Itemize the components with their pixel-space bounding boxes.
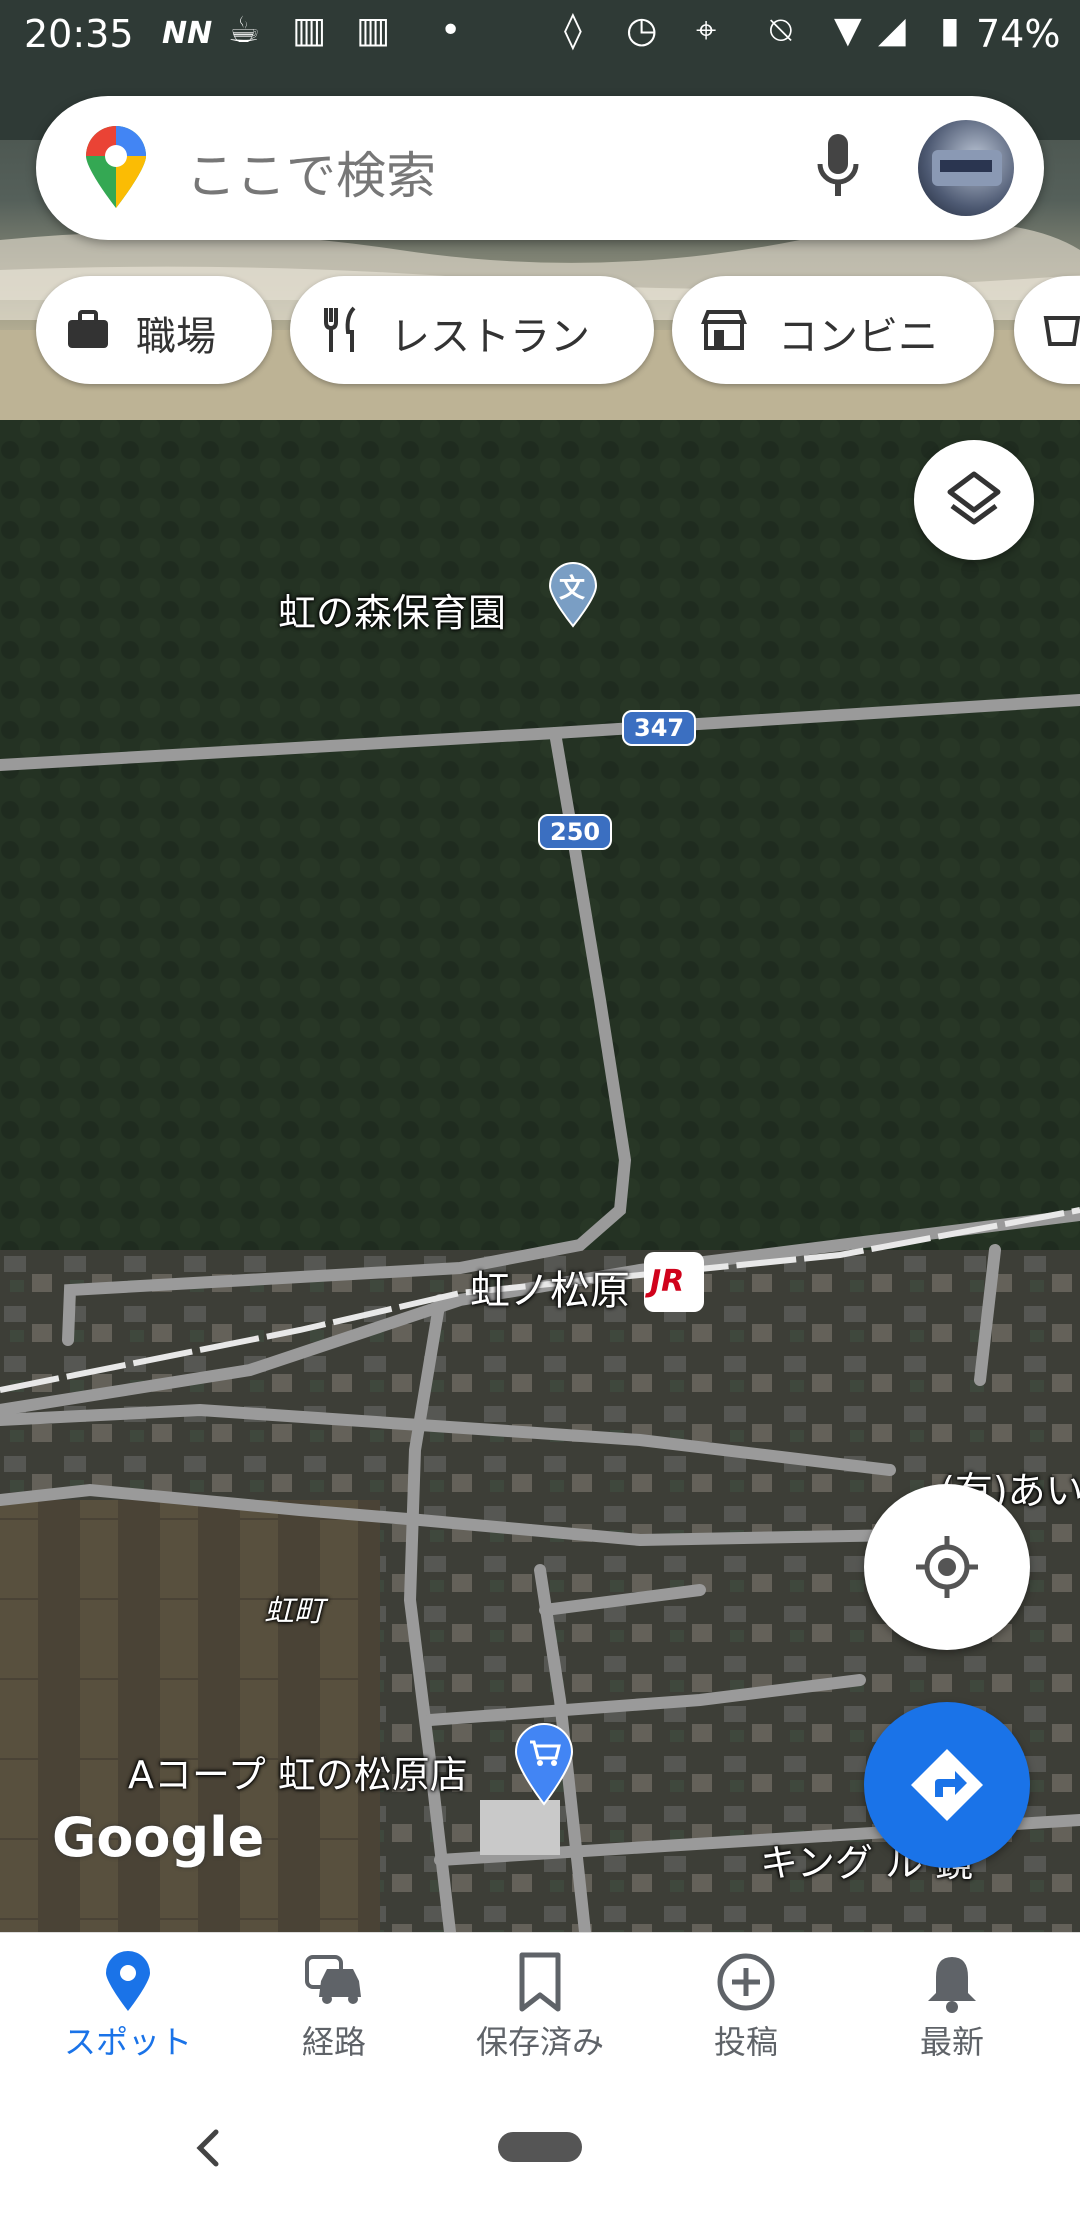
train-icon: ▥ — [356, 10, 391, 51]
chip-convenience[interactable]: コンビニ — [672, 276, 994, 384]
store-label[interactable]: Aコープ 虹の松原店 — [128, 1744, 468, 1799]
nav-commute-label: 経路 — [301, 2023, 366, 2061]
chip-restaurant-label: レストラン — [390, 314, 590, 360]
cup-icon: ☕ — [228, 10, 261, 51]
nav-updates[interactable]: 最新 — [844, 1951, 1060, 2063]
status-time: 20:35 — [24, 12, 134, 56]
map-view[interactable]: 虹の森保育園 文 347 250 虹ノ松原 JR 虹町 Aコープ 虹の松原店 (… — [0, 0, 1080, 1932]
directions-button[interactable] — [864, 1702, 1030, 1868]
status-bar: 20:35 NN ☕ ▥ ▥ • ◊ ◷ ⌖ ⍉ ▼ ◢ ▮ 74% — [0, 0, 1080, 72]
store-icon — [701, 310, 747, 350]
jr-station-icon[interactable]: JR — [644, 1252, 704, 1312]
nav-contribute-label: 投稿 — [713, 2023, 778, 2061]
system-navigation-bar — [0, 2082, 1080, 2220]
maps-logo-icon — [86, 126, 146, 208]
chip-convenience-label: コンビニ — [778, 314, 938, 360]
bottom-navigation: スポット 経路 保存済み 投稿 最新 — [0, 1932, 1080, 2083]
school-badge: 文 — [559, 574, 586, 604]
chip-work-label: 職場 — [136, 314, 216, 360]
nav-saved[interactable]: 保存済み — [432, 1951, 648, 2063]
nfc-icon: ◊ — [564, 10, 582, 51]
station-label[interactable]: 虹ノ松原 — [470, 1258, 630, 1316]
nav-saved-label: 保存済み — [475, 2023, 604, 2061]
shopping-pin-icon[interactable] — [514, 1722, 574, 1806]
back-icon[interactable] — [192, 2128, 222, 2168]
nav-updates-label: 最新 — [919, 2023, 984, 2061]
location-pin-icon — [106, 1951, 150, 2011]
battery-icon: ▮ — [940, 10, 960, 51]
bell-icon — [928, 1957, 976, 2013]
nav-explore-label: スポット — [63, 2023, 192, 2061]
location-icon: ⌖ — [696, 10, 717, 51]
avatar[interactable] — [918, 120, 1014, 216]
alarm-icon: ◷ — [626, 10, 658, 51]
signal-icon: ◢ — [878, 10, 906, 51]
route-shield-347: 347 — [622, 710, 697, 746]
route-shield-250: 250 — [538, 814, 613, 850]
jr-badge: JR — [650, 1264, 685, 1299]
google-watermark: Google — [52, 1806, 265, 1869]
search-bar[interactable]: ここで検索 — [36, 96, 1044, 240]
home-pill[interactable] — [498, 2132, 582, 2162]
mute-icon: ⍉ — [770, 10, 792, 51]
cafe-icon — [1043, 316, 1080, 346]
microphone-icon[interactable] — [816, 132, 860, 202]
search-input[interactable]: ここで検索 — [186, 136, 436, 208]
my-location-button[interactable] — [864, 1484, 1030, 1650]
school-pin-icon[interactable]: 文 — [548, 562, 598, 628]
chip-work[interactable]: 職場 — [36, 276, 272, 384]
dot-icon: • — [440, 10, 462, 51]
directions-icon — [911, 1749, 983, 1821]
battery-percent: 74% — [976, 12, 1061, 56]
nnn-icon: NN — [162, 16, 213, 51]
nursery-label[interactable]: 虹の森保育園 — [278, 582, 506, 637]
briefcase-icon — [68, 310, 108, 348]
bus-icon: ▥ — [292, 10, 327, 51]
car-icon — [305, 1955, 361, 2004]
layers-icon — [947, 471, 1001, 525]
wifi-icon: ▼ — [834, 10, 862, 51]
layers-button[interactable] — [914, 440, 1034, 560]
add-circle-icon — [717, 1953, 775, 2011]
bookmark-icon — [519, 1952, 561, 2012]
nav-explore[interactable]: スポット — [20, 1951, 236, 2063]
nav-commute[interactable]: 経路 — [226, 1951, 442, 2063]
chip-restaurant[interactable]: レストラン — [290, 276, 654, 384]
fork-knife-icon — [324, 306, 356, 352]
town-label: 虹町 — [264, 1594, 324, 1629]
crosshair-icon — [916, 1536, 978, 1598]
nav-contribute[interactable]: 投稿 — [638, 1951, 854, 2063]
